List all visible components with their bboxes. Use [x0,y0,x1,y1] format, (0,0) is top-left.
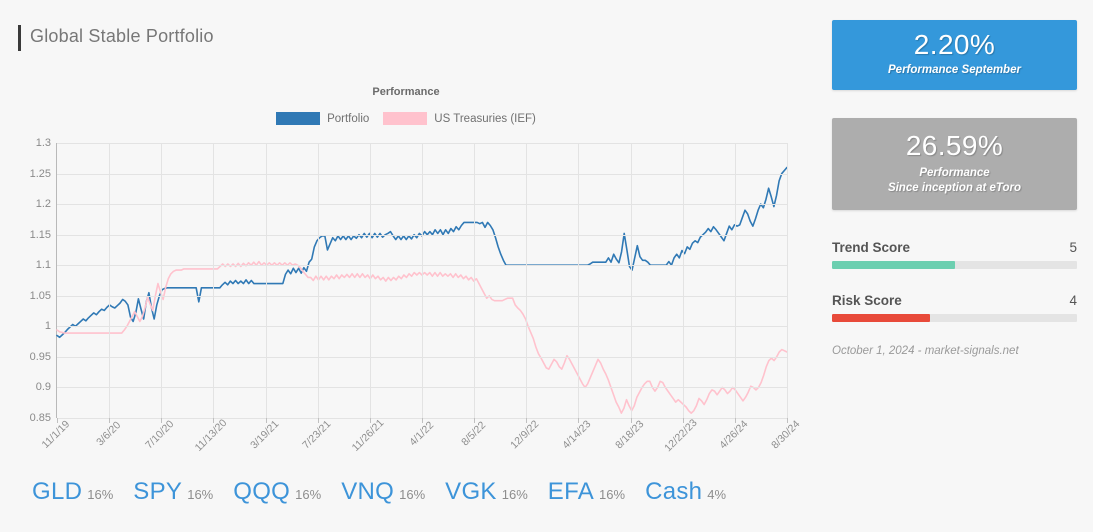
dashboard-root: Global Stable Portfolio Performance Port… [0,0,1093,532]
x-gridline [734,143,736,418]
score-trend-fill [832,261,955,269]
x-axis-tick-label: 11/26/21 [349,417,387,454]
x-gridline [161,143,163,418]
x-gridline [317,143,319,418]
stat-card-monthly-performance: 2.20% Performance September [832,20,1077,90]
score-risk-header: Risk Score 4 [832,293,1077,308]
y-axis-tick-label: 1.05 [29,289,51,302]
y-axis-tick-label: 1.25 [29,167,51,180]
stat-card-inception-performance: 26.59% Performance Since inception at eT… [832,118,1077,210]
x-axis-tick-mark [630,418,632,423]
score-risk-track [832,314,1077,322]
score-trend-header: Trend Score 5 [832,240,1077,255]
x-axis-tick-label: 11/13/20 [193,417,230,454]
allocation-ticker: GLD [32,478,83,505]
x-axis-tick-mark [682,418,684,423]
y-axis-tick-label: 1.1 [35,259,51,272]
chart-plot-area: 0.85 0.9 0.95 1 1.05 1.1 1.15 1.2 1.25 1.3 11/1/19… [30,137,803,454]
score-trend-track [832,261,1077,269]
score-risk-value: 4 [1069,293,1077,308]
x-gridline [474,143,476,418]
allocation-percent: 16% [295,487,322,502]
y-axis-tick-label: 0.85 [29,412,51,424]
allocation-ticker: VGK [445,478,497,505]
x-gridline [630,143,632,418]
x-axis-tick-label: 12/22/23 [661,416,700,455]
allocation-ticker: QQQ [233,478,291,505]
inception-performance-label-line2: Since inception at eToro [887,182,1022,194]
x-axis-tick-label: 7/10/20 [143,418,177,452]
x-axis-tick-label: 4/14/23 [560,418,594,452]
x-axis-tick-mark [369,418,371,423]
allocation-percent: 16% [599,487,626,502]
x-axis-tick-label: 4/1/22 [407,419,437,449]
x-axis-tick-mark [317,418,319,423]
allocation-item[interactable]: Cash 4% [645,478,726,506]
allocation-percent: 16% [399,487,426,502]
allocation-item[interactable]: QQQ 16% [233,478,321,506]
inception-performance-label: Performance Since inception at eToro [832,162,1077,196]
chart-plot-wrapper: 0.85 0.9 0.95 1 1.05 1.1 1.15 1.2 1.25 1.3 11/1/19… [0,70,812,465]
inception-performance-value: 26.59% [905,130,1004,161]
score-risk-label: Risk Score [832,293,902,308]
allocation-percent: 16% [187,487,214,502]
x-axis-tick-label: 8/18/23 [612,418,646,452]
footnote: October 1, 2024 - market-signals.net [832,345,1019,357]
monthly-performance-label: Performance September [888,64,1021,76]
page-title: Global Stable Portfolio [30,26,214,46]
inception-performance-label-line1: Performance [919,167,990,179]
x-gridline [578,143,580,418]
x-axis-tick-label: 7/23/21 [299,418,334,452]
performance-chart-panel: Performance Portfolio US Treasuries (IEF… [0,70,812,465]
allocation-percent: 16% [87,487,114,502]
allocation-ticker: Cash [645,478,703,505]
y-axis-tick-label: 1 [44,320,51,333]
score-risk: Risk Score 4 [832,293,1077,322]
x-gridline [213,143,215,418]
allocation-list: GLD 16% SPY 16% QQQ 16% VNQ 16% VGK 16% EFA 16% Cash… [32,478,746,506]
y-axis-tick-label: 1.2 [35,198,51,211]
monthly-performance-value: 2.20% [913,29,996,60]
allocation-ticker: EFA [547,478,595,505]
x-gridline [787,143,788,418]
x-gridline [526,143,528,418]
x-gridline [682,143,684,418]
x-axis-tick-label: 8/5/22 [459,419,489,449]
x-gridline [422,143,423,418]
y-axis-tick-label: 0.9 [35,381,51,394]
score-trend-value: 5 [1069,240,1077,255]
summary-rail: 2.20% Performance September 26.59% Perfo… [832,0,1077,532]
title-accent-bar [18,25,21,51]
y-axis-tick-label: 0.95 [29,350,51,363]
x-axis-tick-label: 3/19/21 [247,418,281,452]
x-axis-tick-label: 4/26/24 [717,418,751,452]
score-risk-fill [832,314,930,322]
allocation-item[interactable]: VGK 16% [445,478,528,506]
allocation-item[interactable]: VNQ 16% [341,478,425,506]
allocation-item[interactable]: EFA 16% [548,478,625,506]
allocation-ticker: VNQ [341,478,395,505]
x-axis-tick-label: 8/30/24 [769,418,803,452]
x-axis-tick-label: 3/6/20 [94,419,124,449]
allocation-ticker: SPY [133,478,183,505]
x-axis-tick-label: 12/9/22 [508,418,542,452]
allocation-percent: 16% [501,487,528,502]
x-gridline [369,143,371,418]
x-gridline [265,143,267,418]
allocation-item[interactable]: GLD 16% [32,478,113,506]
x-axis-tick-mark [265,418,267,423]
y-axis-tick-label: 1.3 [35,137,51,149]
x-axis-tick-mark [734,418,736,423]
x-gridline [109,143,111,418]
score-trend: Trend Score 5 [832,240,1077,269]
y-axis-tick-label: 1.15 [29,228,51,241]
allocation-item[interactable]: SPY 16% [133,478,213,506]
score-trend-label: Trend Score [832,240,911,255]
allocation-percent: 4% [707,487,727,502]
